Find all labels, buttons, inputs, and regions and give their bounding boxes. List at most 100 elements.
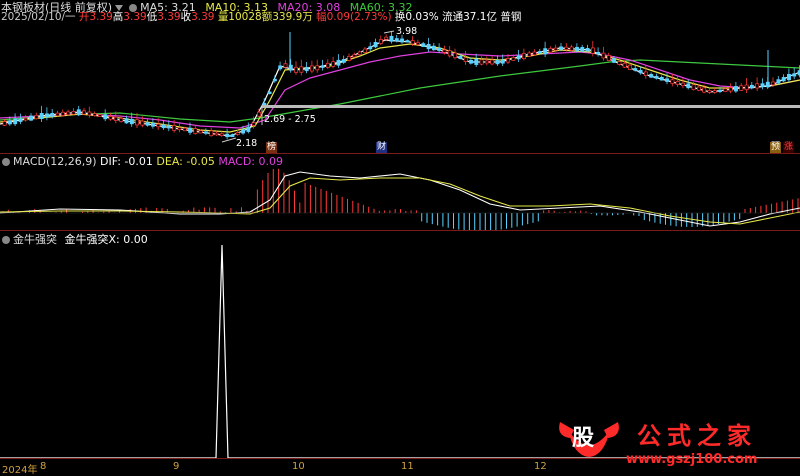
candle-body bbox=[474, 59, 479, 65]
candle-body bbox=[325, 62, 330, 68]
candle-body bbox=[522, 53, 526, 59]
candle-body bbox=[235, 132, 240, 135]
candle-body bbox=[225, 133, 230, 138]
candle-body bbox=[336, 59, 341, 66]
candle-body bbox=[310, 65, 314, 72]
candle-body bbox=[755, 83, 760, 89]
candle-body bbox=[654, 75, 659, 79]
candle-body bbox=[527, 52, 532, 57]
x-label-nov: 11 bbox=[401, 461, 414, 472]
candle-body bbox=[82, 110, 87, 115]
candle-body bbox=[453, 52, 458, 59]
candle-body bbox=[638, 69, 643, 74]
indicator-settings-icon[interactable] bbox=[2, 235, 10, 244]
candle-body bbox=[92, 113, 97, 116]
candle-body bbox=[23, 117, 28, 121]
candle-body bbox=[601, 52, 606, 59]
high-price-label: 3.98 bbox=[396, 26, 418, 37]
candle-body bbox=[739, 85, 744, 91]
candle-body bbox=[124, 118, 129, 124]
candle-body bbox=[151, 122, 155, 127]
candle-body bbox=[39, 113, 44, 119]
candle-body bbox=[670, 79, 675, 84]
tag-finance[interactable]: 财 bbox=[376, 142, 388, 153]
tag-limit-up[interactable]: 涨 bbox=[783, 142, 795, 153]
candle-body bbox=[262, 103, 267, 106]
candle-body bbox=[702, 87, 707, 93]
candle-body bbox=[267, 91, 272, 95]
candle-body bbox=[378, 39, 383, 44]
candle-body bbox=[590, 47, 595, 54]
low-pointer bbox=[221, 137, 237, 143]
candle-body bbox=[696, 86, 701, 91]
candle-body bbox=[71, 111, 76, 115]
candle-body bbox=[331, 61, 336, 67]
candle-body bbox=[511, 56, 516, 61]
indicator-title[interactable]: 金牛强突 bbox=[13, 233, 57, 246]
range-label: 2.69 - 2.75 bbox=[264, 114, 316, 125]
candle-body bbox=[416, 42, 420, 46]
candle-body bbox=[299, 66, 304, 73]
candle-body bbox=[251, 122, 256, 126]
candle-body bbox=[484, 60, 489, 64]
x-label-dec: 12 bbox=[534, 461, 547, 472]
tag-rank[interactable]: 榜 bbox=[266, 142, 278, 153]
candle-body bbox=[665, 78, 670, 82]
candle-body bbox=[580, 47, 585, 52]
candle-body bbox=[320, 65, 325, 68]
candle-body bbox=[728, 87, 733, 92]
tag-forecast[interactable]: 预 bbox=[770, 142, 782, 153]
candle-body bbox=[537, 51, 542, 54]
candle-body bbox=[691, 84, 696, 91]
candle-body bbox=[447, 50, 452, 57]
candle-body bbox=[792, 73, 797, 77]
high-pointer bbox=[383, 30, 395, 34]
candle-body bbox=[145, 122, 150, 126]
candle-body bbox=[431, 45, 436, 51]
candle-body bbox=[2, 121, 7, 126]
candle-body bbox=[389, 35, 394, 42]
candle-body bbox=[113, 116, 118, 121]
candle-body bbox=[458, 55, 463, 60]
candle-body bbox=[532, 51, 537, 56]
indicator-value: 金牛强突X: 0.00 bbox=[64, 233, 148, 246]
candle-body bbox=[628, 64, 632, 70]
candle-body bbox=[612, 58, 617, 63]
candle-body bbox=[13, 118, 18, 125]
candle-body bbox=[129, 118, 134, 125]
macd-dea-line bbox=[0, 177, 800, 225]
candle-body bbox=[734, 86, 738, 92]
candle-body bbox=[787, 73, 791, 81]
candle-body bbox=[712, 90, 717, 93]
candle-body bbox=[569, 46, 574, 51]
candle-body bbox=[718, 89, 723, 92]
panel-separator-2 bbox=[0, 230, 800, 231]
candle-body bbox=[87, 111, 92, 116]
candle-body bbox=[622, 62, 627, 68]
macd-header: MACD(12,26,9) DIF: -0.01 DEA: -0.05 MACD… bbox=[0, 155, 283, 168]
candle-body bbox=[686, 83, 691, 89]
candle-body bbox=[384, 36, 389, 40]
ma20-line bbox=[0, 51, 800, 129]
candle-body bbox=[18, 118, 23, 122]
candle-body bbox=[426, 43, 431, 50]
candle-body bbox=[219, 133, 224, 136]
candle-body bbox=[50, 112, 55, 117]
macd-title[interactable]: MACD(12,26,9) bbox=[13, 155, 97, 168]
candle-body bbox=[315, 65, 320, 71]
candle-body bbox=[98, 114, 102, 117]
candle-body bbox=[606, 55, 611, 61]
candle-body bbox=[119, 117, 124, 122]
candle-body bbox=[400, 38, 405, 43]
candle-body bbox=[156, 123, 161, 128]
macd-settings-icon[interactable] bbox=[2, 157, 10, 166]
logo-text: 股 bbox=[572, 425, 595, 451]
candle-body bbox=[723, 88, 728, 92]
candle-body bbox=[781, 77, 786, 82]
candle-body bbox=[172, 125, 177, 131]
candle-body bbox=[188, 127, 193, 133]
candle-body bbox=[241, 129, 246, 134]
x-label-oct: 10 bbox=[292, 461, 305, 472]
candle-body bbox=[596, 51, 601, 55]
candle-body bbox=[272, 78, 277, 82]
